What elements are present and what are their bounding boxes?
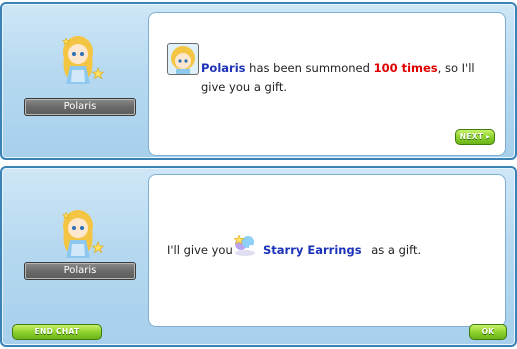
polaris-portrait-icon [167,43,199,75]
npc-nameplate: Polaris [24,262,136,280]
message-text: , so I'll [437,61,475,75]
button-bar: END CHAT OK [4,323,513,343]
dialog-text-box: Polaris has been summoned 100 times, so … [148,12,506,156]
npc-area-top: Polaris [18,32,138,122]
npc-polaris-sprite [61,210,104,258]
next-button-label: NEXT [459,132,484,141]
dialog-window-bottom: Polaris I'll give you Starry Earrings as… [0,166,517,347]
summon-count-highlight: 100 times [373,61,438,75]
item-name-highlight: Starry Earrings [263,243,362,257]
npc-area-bottom: Polaris [18,206,138,296]
gift-message-item: Starry Earrings as a gift. [263,243,421,257]
end-chat-button[interactable]: END CHAT [12,324,102,340]
message-text: I'll give you [167,243,233,257]
dialog-text-box: I'll give you Starry Earrings as a gift. [148,174,506,327]
message-text: as a gift. [371,243,422,257]
next-button[interactable]: NEXT ▸ [455,129,495,145]
npc-name-highlight: Polaris [201,61,246,75]
ok-button[interactable]: OK [469,324,507,340]
starry-earrings-icon [233,234,255,256]
npc-polaris-sprite [61,36,104,84]
dialog-window-top: Polaris Polaris has been summoned 100 ti… [0,2,517,160]
next-arrow-icon: ▸ [486,132,491,141]
dialog-message-line-2: give you a gift. [201,80,288,94]
message-text: has been summoned [249,61,370,75]
dialog-message-line-1: Polaris has been summoned 100 times, so … [201,61,475,75]
gift-message: I'll give you [167,243,233,257]
npc-nameplate: Polaris [24,98,136,116]
